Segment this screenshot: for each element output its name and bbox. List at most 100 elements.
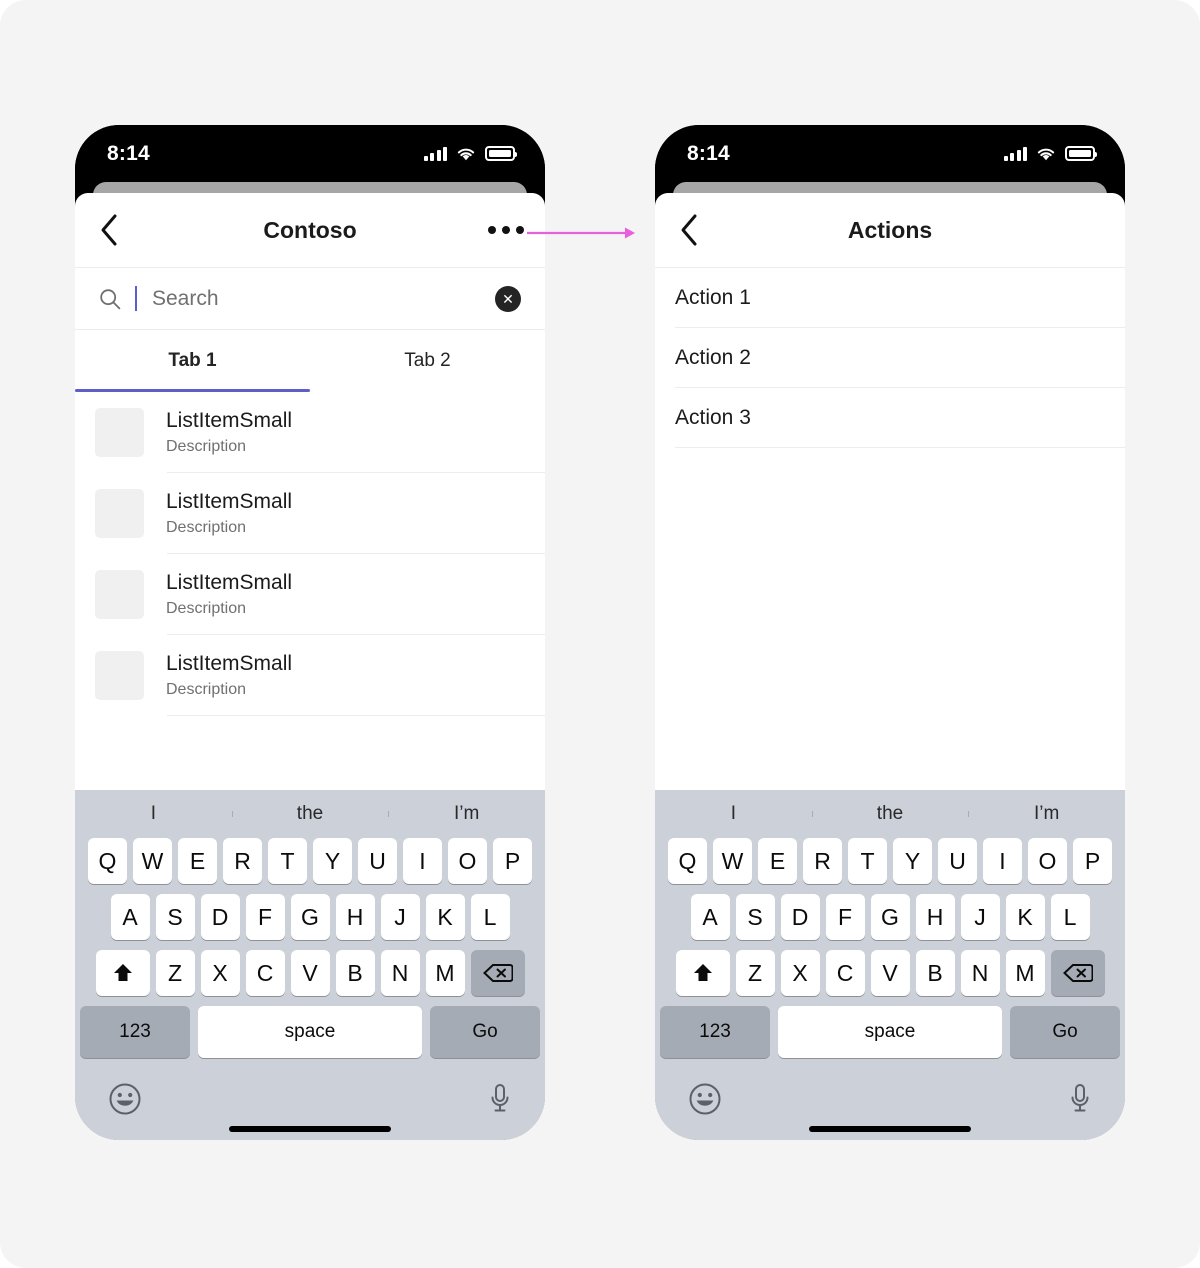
key-m[interactable]: M — [1005, 950, 1045, 996]
key-s[interactable]: S — [155, 894, 195, 940]
go-key[interactable]: Go — [430, 1006, 540, 1058]
suggestion-1[interactable]: I — [75, 803, 232, 825]
key-c[interactable]: C — [825, 950, 865, 996]
clear-search-button[interactable]: ✕ — [495, 285, 521, 312]
list-item[interactable]: ListItemSmall Description — [75, 392, 545, 473]
key-z[interactable]: Z — [155, 950, 195, 996]
key-a[interactable]: A — [110, 894, 150, 940]
keyboard-row-2: A S D F G H J K L — [75, 894, 545, 940]
numeric-key[interactable]: 123 — [80, 1006, 190, 1058]
key-j[interactable]: J — [960, 894, 1000, 940]
key-h[interactable]: H — [915, 894, 955, 940]
key-n[interactable]: N — [960, 950, 1000, 996]
suggestion-1[interactable]: I — [655, 803, 812, 825]
key-o[interactable]: O — [1028, 838, 1067, 884]
key-y[interactable]: Y — [893, 838, 932, 884]
key-p[interactable]: P — [493, 838, 532, 884]
more-options-button[interactable] — [467, 193, 545, 267]
key-c[interactable]: C — [245, 950, 285, 996]
backspace-key[interactable] — [470, 950, 525, 996]
key-g[interactable]: G — [290, 894, 330, 940]
search-bar[interactable]: Search ✕ — [75, 268, 545, 330]
tab-1[interactable]: Tab 1 — [75, 330, 310, 392]
key-r[interactable]: R — [223, 838, 262, 884]
backspace-key[interactable] — [1050, 950, 1105, 996]
key-a[interactable]: A — [690, 894, 730, 940]
space-key[interactable]: space — [198, 1006, 422, 1058]
key-i[interactable]: I — [403, 838, 442, 884]
key-z[interactable]: Z — [735, 950, 775, 996]
keyboard-right: I the I’m Q W E R T Y U I O P A S D F G … — [655, 790, 1125, 1140]
key-e[interactable]: E — [178, 838, 217, 884]
key-d[interactable]: D — [200, 894, 240, 940]
key-f[interactable]: F — [825, 894, 865, 940]
key-w[interactable]: W — [713, 838, 752, 884]
key-y[interactable]: Y — [313, 838, 352, 884]
emoji-smiley-icon[interactable] — [688, 1082, 722, 1116]
key-p[interactable]: P — [1073, 838, 1112, 884]
key-v[interactable]: V — [870, 950, 910, 996]
emoji-smiley-icon[interactable] — [108, 1082, 142, 1116]
key-t[interactable]: T — [848, 838, 887, 884]
key-u[interactable]: U — [358, 838, 397, 884]
key-s[interactable]: S — [735, 894, 775, 940]
key-n[interactable]: N — [380, 950, 420, 996]
suggestion-2[interactable]: the — [231, 803, 389, 825]
backspace-icon — [1062, 964, 1093, 982]
suggestion-bar: I the I’m — [75, 790, 545, 838]
key-j[interactable]: J — [380, 894, 420, 940]
search-input[interactable]: Search — [152, 287, 481, 311]
tab-2[interactable]: Tab 2 — [310, 330, 545, 392]
list-item[interactable]: ListItemSmall Description — [75, 473, 545, 554]
key-r[interactable]: R — [803, 838, 842, 884]
key-m[interactable]: M — [425, 950, 465, 996]
key-b[interactable]: B — [915, 950, 955, 996]
shift-key[interactable] — [95, 950, 150, 996]
back-button[interactable] — [75, 193, 143, 267]
more-horizontal-icon — [502, 226, 510, 234]
shift-up-icon — [693, 964, 712, 981]
key-d[interactable]: D — [780, 894, 820, 940]
go-key[interactable]: Go — [1010, 1006, 1120, 1058]
key-q[interactable]: Q — [88, 838, 127, 884]
key-k[interactable]: K — [425, 894, 465, 940]
microphone-icon[interactable] — [1068, 1082, 1092, 1116]
key-x[interactable]: X — [780, 950, 820, 996]
backspace-icon — [482, 964, 513, 982]
action-item-3[interactable]: Action 3 — [655, 388, 1125, 448]
action-item-1[interactable]: Action 1 — [655, 268, 1125, 328]
microphone-icon[interactable] — [488, 1082, 512, 1116]
thumbnail-placeholder — [95, 570, 144, 619]
more-horizontal-icon — [488, 226, 496, 234]
key-f[interactable]: F — [245, 894, 285, 940]
keyboard-row-3: Z X C V B N M — [75, 950, 545, 996]
key-u[interactable]: U — [938, 838, 977, 884]
shift-key[interactable] — [675, 950, 730, 996]
key-h[interactable]: H — [335, 894, 375, 940]
nav-bar-left: Contoso — [75, 193, 545, 268]
list-item[interactable]: ListItemSmall Description — [75, 635, 545, 716]
space-key[interactable]: space — [778, 1006, 1002, 1058]
suggestion-3[interactable]: I’m — [388, 803, 545, 825]
key-t[interactable]: T — [268, 838, 307, 884]
nav-bar-right: Actions — [655, 193, 1125, 268]
key-l[interactable]: L — [1050, 894, 1090, 940]
numeric-key[interactable]: 123 — [660, 1006, 770, 1058]
list-item[interactable]: ListItemSmall Description — [75, 554, 545, 635]
key-o[interactable]: O — [448, 838, 487, 884]
key-q[interactable]: Q — [668, 838, 707, 884]
key-e[interactable]: E — [758, 838, 797, 884]
key-g[interactable]: G — [870, 894, 910, 940]
key-l[interactable]: L — [470, 894, 510, 940]
key-i[interactable]: I — [983, 838, 1022, 884]
suggestion-2[interactable]: the — [811, 803, 969, 825]
key-b[interactable]: B — [335, 950, 375, 996]
key-k[interactable]: K — [1005, 894, 1045, 940]
key-w[interactable]: W — [133, 838, 172, 884]
back-button[interactable] — [655, 193, 723, 267]
key-x[interactable]: X — [200, 950, 240, 996]
suggestion-3[interactable]: I’m — [968, 803, 1125, 825]
status-time: 8:14 — [107, 141, 150, 165]
action-item-2[interactable]: Action 2 — [655, 328, 1125, 388]
key-v[interactable]: V — [290, 950, 330, 996]
